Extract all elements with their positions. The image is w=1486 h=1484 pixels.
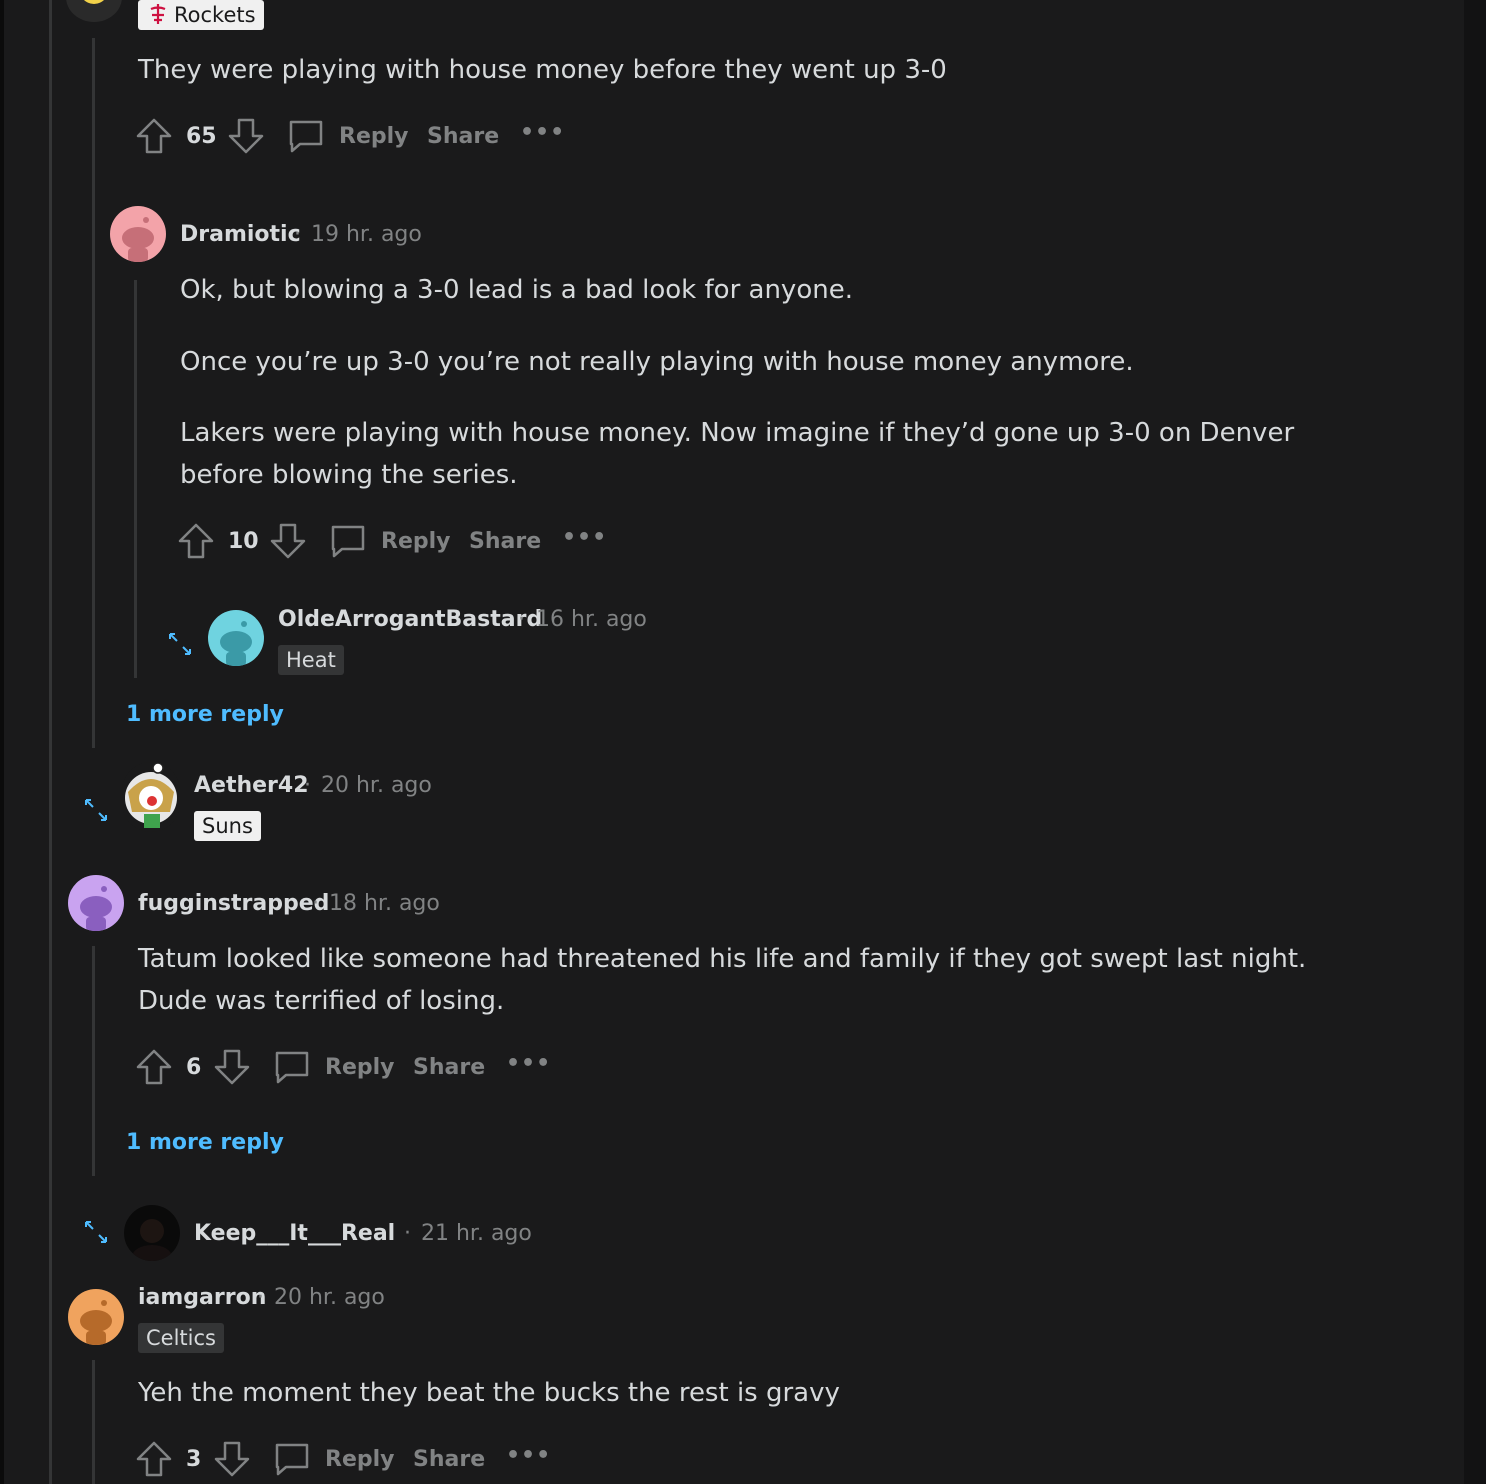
thread-line-level2[interactable]	[92, 38, 95, 748]
comment-actions: 10 Reply Share •••	[176, 519, 616, 563]
comment-paragraph: before blowing the series.	[180, 460, 518, 490]
meta-dot: ·	[294, 222, 301, 247]
comment-paragraph: Once you’re up 3-0 you’re not really pla…	[180, 347, 1134, 377]
share-button[interactable]: Share	[427, 124, 499, 149]
reply-button[interactable]: Reply	[325, 1055, 395, 1080]
avatar[interactable]	[110, 206, 166, 262]
thread-line-iamgarron[interactable]	[92, 1360, 95, 1484]
left-edge	[0, 0, 4, 1484]
reply-button[interactable]: Reply	[339, 124, 409, 149]
comment-actions: 65 Reply Share •••	[134, 114, 574, 158]
avatar[interactable]	[208, 610, 264, 666]
comment-icon[interactable]	[272, 1047, 312, 1087]
avatar[interactable]	[68, 1289, 124, 1345]
flair-rockets: Rockets	[138, 0, 264, 30]
username[interactable]: iamgarron	[138, 1285, 266, 1310]
thread-line-root[interactable]	[49, 0, 52, 1484]
snoo-avatar-icon	[80, 1300, 112, 1345]
avatar[interactable]	[124, 1205, 180, 1261]
comment-actions: 3 Reply Share •••	[134, 1437, 554, 1481]
thread-line-fugginstrapped[interactable]	[92, 946, 95, 1176]
snoo-avatar-icon	[220, 621, 252, 666]
expand-icon[interactable]	[83, 797, 109, 823]
upvote-icon[interactable]	[134, 1047, 174, 1087]
reply-button[interactable]: Reply	[325, 1447, 395, 1472]
comment-actions: 6 Reply Share •••	[134, 1045, 554, 1089]
expand-icon[interactable]	[167, 631, 193, 657]
comment-body: They were playing with house money befor…	[138, 55, 947, 85]
username[interactable]: OldeArrogantBastard	[278, 607, 542, 632]
username[interactable]: Aether42	[194, 773, 309, 798]
comment-paragraph: Lakers were playing with house money. No…	[180, 418, 1295, 448]
flair-celtics: Celtics	[138, 1323, 224, 1353]
flair-heat: Heat	[278, 645, 344, 675]
expand-icon[interactable]	[83, 1219, 109, 1245]
meta-dot: ·	[257, 1285, 264, 1310]
comment-icon[interactable]	[328, 521, 368, 561]
snoo-avatar-icon	[122, 217, 154, 262]
reply-button[interactable]: Reply	[381, 529, 451, 554]
timestamp[interactable]: 16 hr. ago	[536, 607, 647, 632]
more-replies-link[interactable]: 1 more reply	[126, 1130, 284, 1155]
overflow-icon[interactable]: •••	[506, 1443, 551, 1468]
username[interactable]: fugginstrapped	[138, 891, 329, 916]
meta-dot: ·	[404, 1221, 411, 1246]
share-button[interactable]: Share	[413, 1055, 485, 1080]
comment-paragraph: Ok, but blowing a 3-0 lead is a bad look…	[180, 275, 853, 305]
timestamp[interactable]: 20 hr. ago	[321, 773, 432, 798]
avatar[interactable]	[68, 875, 124, 931]
overflow-icon[interactable]: •••	[562, 525, 607, 550]
comment-paragraph: Tatum looked like someone had threatened…	[138, 944, 1307, 974]
meta-dot: ·	[518, 607, 525, 632]
timestamp[interactable]: 18 hr. ago	[329, 891, 440, 916]
downvote-icon[interactable]	[268, 521, 308, 561]
timestamp[interactable]: 20 hr. ago	[274, 1285, 385, 1310]
upvote-icon[interactable]	[134, 116, 174, 156]
right-edge	[1464, 0, 1486, 1484]
overflow-icon[interactable]: •••	[520, 120, 565, 145]
downvote-icon[interactable]	[212, 1047, 252, 1087]
upvote-icon[interactable]	[176, 521, 216, 561]
comment-paragraph: Dude was terrified of losing.	[138, 986, 505, 1016]
username[interactable]: Dramiotic	[180, 222, 301, 247]
comment-icon[interactable]	[286, 116, 326, 156]
avatar[interactable]	[66, 0, 122, 22]
timestamp[interactable]: 19 hr. ago	[311, 222, 422, 247]
share-button[interactable]: Share	[469, 529, 541, 554]
downvote-icon[interactable]	[226, 116, 266, 156]
rockets-logo-icon	[150, 4, 166, 24]
upvote-icon[interactable]	[134, 1439, 174, 1479]
comment-icon[interactable]	[272, 1439, 312, 1479]
vote-count: 6	[186, 1055, 202, 1080]
meta-dot: ·	[312, 891, 319, 916]
flair-label: Rockets	[174, 3, 256, 27]
timestamp[interactable]: 21 hr. ago	[421, 1221, 532, 1246]
custom-avatar-icon	[125, 762, 177, 828]
username[interactable]: Keep___It___Real	[194, 1221, 395, 1246]
thread-line-dramiotic[interactable]	[134, 280, 137, 678]
avatar[interactable]	[122, 762, 180, 832]
photo-avatar-icon	[132, 1219, 172, 1261]
snoo-avatar-icon	[80, 886, 112, 931]
downvote-icon[interactable]	[212, 1439, 252, 1479]
avatar-bee-icon	[83, 0, 105, 4]
share-button[interactable]: Share	[413, 1447, 485, 1472]
vote-count: 3	[186, 1447, 202, 1472]
vote-count: 10	[228, 529, 259, 554]
flair-suns: Suns	[194, 811, 261, 841]
vote-count: 65	[186, 124, 217, 149]
overflow-icon[interactable]: •••	[506, 1051, 551, 1076]
meta-dot: ·	[304, 773, 311, 798]
comment-body: Yeh the moment they beat the bucks the r…	[138, 1378, 840, 1408]
more-replies-link[interactable]: 1 more reply	[126, 702, 284, 727]
